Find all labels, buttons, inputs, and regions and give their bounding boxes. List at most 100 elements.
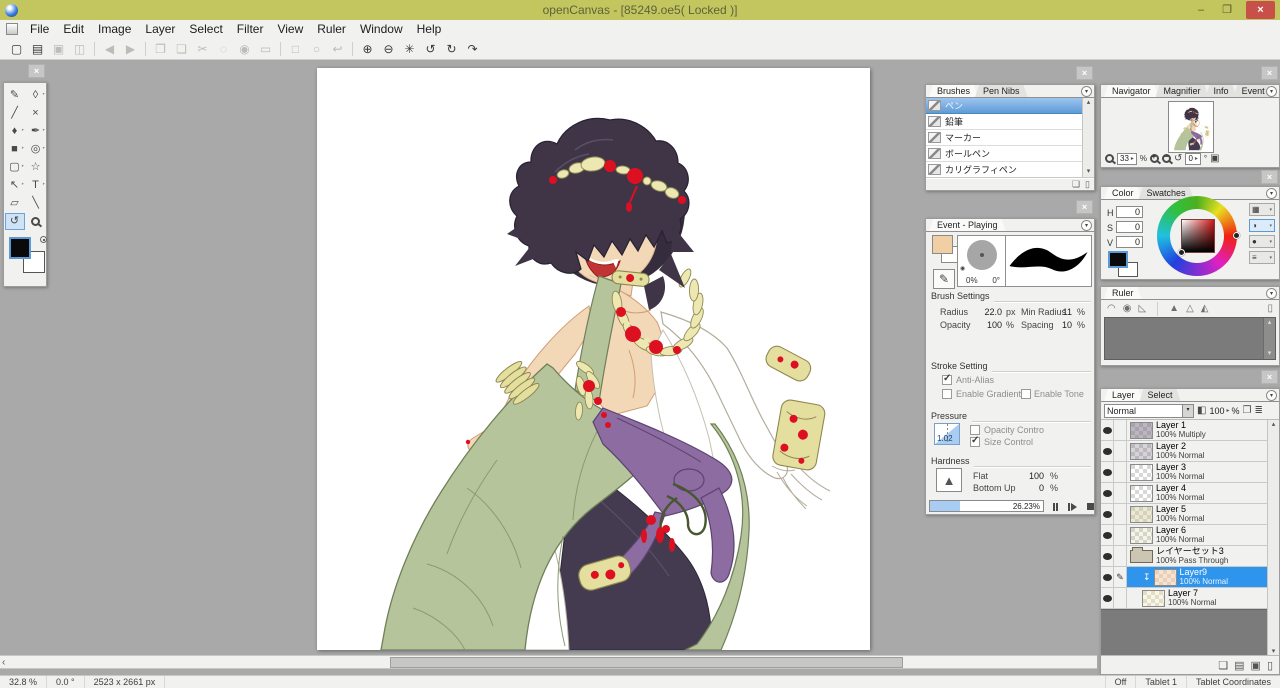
menu-item-image[interactable]: Image <box>91 20 138 38</box>
tab-info[interactable]: Info <box>1206 85 1237 97</box>
menu-item-edit[interactable]: Edit <box>56 20 91 38</box>
swatch-toggle-radio[interactable] <box>40 236 47 243</box>
text-tool[interactable]: T <box>26 177 46 194</box>
layer-edit-cell[interactable]: ✎ <box>1114 567 1127 587</box>
scroll-left-icon[interactable]: ‹ <box>2 656 5 669</box>
rotate-canvas-tool[interactable]: ↺ <box>5 213 25 230</box>
layer-row-content[interactable]: Layer 1100% Multiply <box>1127 420 1267 440</box>
zoom-tool[interactable] <box>26 213 46 230</box>
layer-row-content[interactable]: Layer 3100% Normal <box>1127 462 1267 482</box>
layer-row-5[interactable]: Layer 6100% Normal <box>1101 525 1279 546</box>
panel-menu-icon[interactable]: ▾ <box>1266 390 1277 401</box>
restore-button[interactable]: ❐ <box>1214 1 1240 19</box>
navigator-thumbnail[interactable] <box>1168 101 1214 153</box>
layer-edit-cell[interactable] <box>1114 504 1127 524</box>
stop-button[interactable] <box>1083 501 1097 512</box>
rotate-view-icon[interactable]: ↺ <box>1174 153 1182 164</box>
new-brush-button[interactable]: ❏ <box>1072 179 1080 190</box>
brushes-close-button[interactable]: × <box>1076 66 1093 80</box>
panel-menu-icon[interactable]: ▾ <box>1081 220 1092 231</box>
event-main-color-swatch[interactable] <box>932 235 953 254</box>
zoom-value-box[interactable]: 33▸ <box>1117 153 1137 165</box>
layer-row-content[interactable]: Layer 4100% Normal <box>1127 483 1267 503</box>
panel-menu-icon[interactable]: ▾ <box>1266 288 1277 299</box>
foreground-color-swatch[interactable] <box>9 237 31 259</box>
delete-layer-button[interactable]: ▯ <box>1267 659 1273 672</box>
gradient-tool[interactable]: ◎ <box>26 141 46 158</box>
layer-edit-cell[interactable] <box>1114 525 1127 545</box>
spinner-icon[interactable]: ▸ <box>1131 154 1134 164</box>
hue-marker[interactable] <box>1233 232 1240 239</box>
delete-brush-button[interactable]: ▯ <box>1085 179 1090 190</box>
menu-item-file[interactable]: File <box>23 20 56 38</box>
blend-mode-dropdown[interactable]: Normal▾ <box>1104 404 1194 418</box>
layer-row-2[interactable]: Layer 3100% Normal <box>1101 462 1279 483</box>
layer-thumb-toggle-icon[interactable]: ◧ <box>1197 405 1206 416</box>
size-control-checkbox[interactable] <box>970 437 980 447</box>
line-ruler-icon[interactable]: ◺ <box>1138 303 1146 314</box>
bar-mode-button[interactable]: ≡▾ <box>1249 251 1275 264</box>
canvas-horizontal-scrollbar[interactable]: ‹ <box>0 655 1097 669</box>
brush-item[interactable]: カリグラフィペン <box>926 162 1082 178</box>
move-tool[interactable]: ↖ <box>5 177 25 194</box>
layer-edit-cell[interactable] <box>1114 441 1127 461</box>
new-layer-set-button[interactable]: ▤ <box>1234 659 1244 672</box>
menu-item-help[interactable]: Help <box>410 20 449 38</box>
delete-ruler-icon[interactable]: ▯ <box>1267 303 1273 314</box>
playback-progress-bar[interactable]: 26.23% <box>929 500 1044 512</box>
rotation-value-box[interactable]: 0▸ <box>1185 153 1200 165</box>
tab-event-playing[interactable]: Event - Playing <box>929 219 1006 231</box>
panel-menu-icon[interactable]: ▾ <box>1266 86 1277 97</box>
pen-tool[interactable]: ✎ <box>5 87 25 104</box>
layer-row-content[interactable]: Layer 5100% Normal <box>1127 504 1267 524</box>
layer-lock-icon[interactable]: ❐ <box>1243 405 1252 416</box>
tab-layer[interactable]: Layer <box>1104 389 1143 401</box>
layer-opacity-control[interactable]: 100 ▸ % <box>1209 406 1239 416</box>
scroll-down-icon[interactable]: ▾ <box>1083 167 1094 177</box>
layer-close-button[interactable]: × <box>1261 370 1278 384</box>
crop-tool[interactable]: ▱ <box>5 195 25 212</box>
layer-visibility-cell[interactable] <box>1101 441 1114 461</box>
sv-square[interactable] <box>1181 219 1215 253</box>
blur-tool[interactable]: ♦ <box>5 123 25 140</box>
eyedropper-tool[interactable]: ╲ <box>26 195 46 212</box>
anti-alias-checkbox[interactable] <box>942 375 952 385</box>
layer-edit-cell[interactable] <box>1114 588 1127 608</box>
refresh-icon[interactable]: ✳ <box>399 42 420 56</box>
layer-row-content[interactable]: Layer 6100% Normal <box>1127 525 1267 545</box>
brush-list-scrollbar[interactable]: ▴ ▾ <box>1082 98 1094 177</box>
ball-mode-button[interactable]: ●▾ <box>1249 235 1275 248</box>
tab-magnifier[interactable]: Magnifier <box>1156 85 1209 97</box>
slider-mode-button[interactable]: ▦▾ <box>1249 203 1275 216</box>
tab-navigator[interactable]: Navigator <box>1104 85 1159 97</box>
layer-visibility-cell[interactable] <box>1101 525 1114 545</box>
layer-row-4[interactable]: Layer 5100% Normal <box>1101 504 1279 525</box>
layer-row-content[interactable]: Layer 2100% Normal <box>1127 441 1267 461</box>
event-close-button[interactable]: × <box>1076 200 1093 214</box>
layer-row-6[interactable]: レイヤーセット3100% Pass Through <box>1101 546 1279 567</box>
brush-item[interactable]: マーカー <box>926 130 1082 146</box>
toolbox-close-button[interactable]: × <box>28 64 45 78</box>
color-close-button[interactable]: × <box>1261 170 1278 184</box>
panel-menu-icon[interactable]: ▾ <box>1266 188 1277 199</box>
tab-pen-nibs[interactable]: Pen Nibs <box>975 85 1028 97</box>
panel-menu-icon[interactable]: ▾ <box>1081 86 1092 97</box>
wheel-mode-button[interactable]: ◑▾ <box>1249 219 1275 232</box>
scroll-down-icon[interactable]: ▾ <box>1264 349 1275 359</box>
magic-wand-tool[interactable]: ☆ <box>26 159 46 176</box>
undo-icon[interactable]: ↺ <box>420 42 441 56</box>
eraser-tool[interactable]: ◊ <box>26 87 46 104</box>
s-input[interactable]: 0 <box>1116 221 1143 233</box>
fit-view-icon[interactable]: ▣ <box>1210 153 1219 164</box>
layer-row-0[interactable]: Layer 1100% Multiply <box>1101 420 1279 441</box>
menu-item-layer[interactable]: Layer <box>138 20 182 38</box>
tab-select[interactable]: Select <box>1140 389 1181 401</box>
layer-visibility-cell[interactable] <box>1101 546 1114 566</box>
line-tool[interactable]: ╱ <box>5 105 25 122</box>
layer-row-3[interactable]: Layer 4100% Normal <box>1101 483 1279 504</box>
layer-visibility-cell[interactable] <box>1101 483 1114 503</box>
zoom-in-icon[interactable] <box>1150 154 1159 163</box>
zoom-reset-icon[interactable] <box>1105 154 1114 163</box>
tab-ruler[interactable]: Ruler <box>1104 287 1142 299</box>
hardness-curve-button[interactable]: ▲ <box>936 468 962 492</box>
